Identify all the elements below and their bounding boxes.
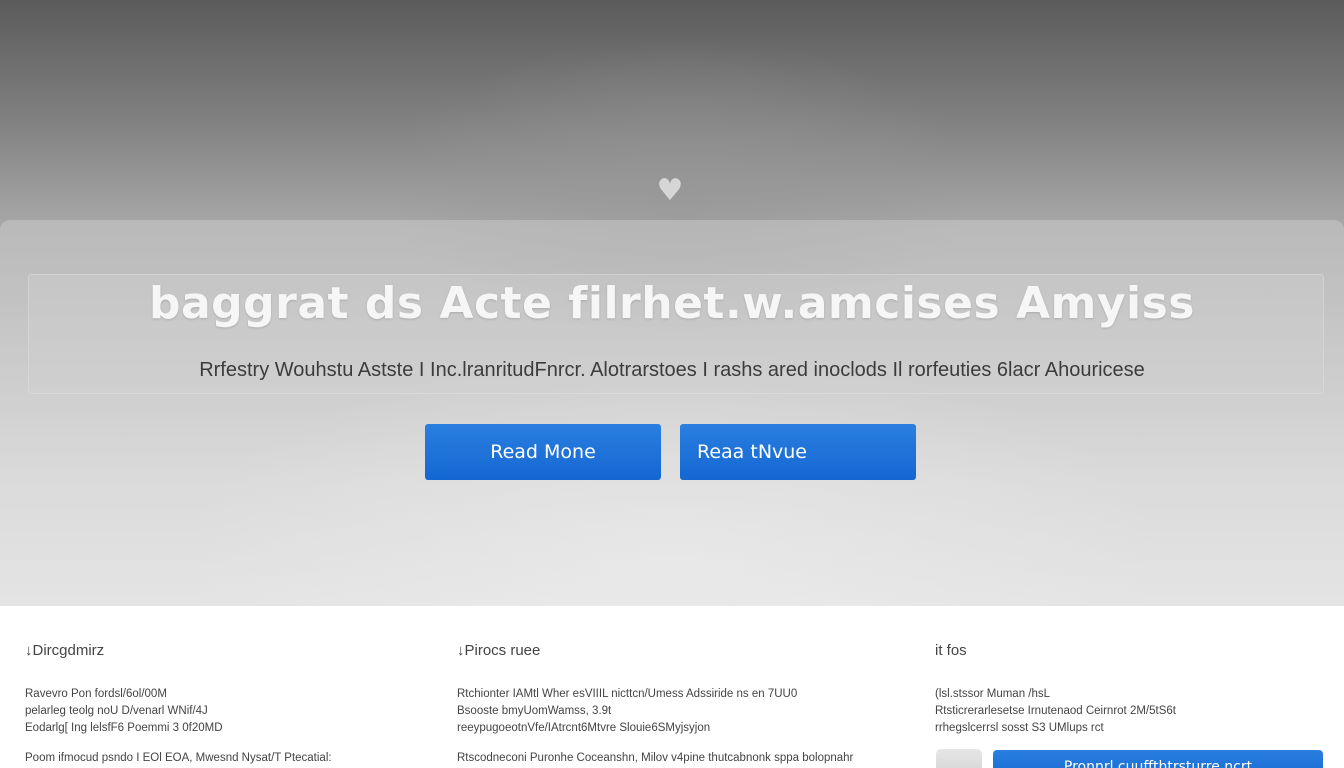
footer-column-heading: ↓Dircgdmirz: [25, 642, 105, 659]
footer-link[interactable]: Eodarlg[ Ing lelsfF6 Poemmi 3 0f20MD: [25, 720, 332, 737]
footer-link[interactable]: (lsl.stssor Muman /hsL: [935, 686, 1176, 703]
footer-link[interactable]: Rtsticrerarlesetse Irnutenaod Ceirnrot 2…: [935, 703, 1176, 720]
secondary-cta-button[interactable]: Reaa tNvue: [680, 424, 916, 480]
footer-link[interactable]: Rtscodneconi Puronhe Coceanshn, Milov v4…: [457, 750, 853, 767]
footer-thumbnail: [936, 749, 982, 768]
footer-column-heading: it fos: [935, 642, 967, 659]
footer-link[interactable]: Bsooste bmyUomWamss, 3.9t: [457, 703, 853, 720]
footer-column-heading: ↓Pirocs ruee: [457, 642, 541, 659]
footer-link[interactable]: Ravevro Pon fordsl/6ol/00M: [25, 686, 332, 703]
footer-link[interactable]: rrhegslcerrsl sosst S3 UMlups rct: [935, 720, 1176, 737]
footer-link[interactable]: pelarleg teolg noU D/venarl WNif/4J: [25, 703, 332, 720]
hero-subtitle: Rrfestry Wouhstu Astste I Inc.lranritudF…: [199, 359, 1145, 381]
hero-title: baggrat ds Acte filrhet.w.amcises Amyiss: [148, 278, 1195, 329]
read-more-button[interactable]: Read Mone: [425, 424, 661, 480]
footer-link[interactable]: reeypugoeotnVfe/IAtrcnt6Mtvre Slouie6SMy…: [457, 720, 853, 737]
footer-column-3: it fos (lsl.stssor Muman /hsL Rtsticrera…: [935, 642, 1176, 737]
heart-glyph-icon: ♥: [656, 173, 684, 208]
footer-link[interactable]: Poom ifmocud psndo I EOl EOA, Mwesnd Nys…: [25, 750, 332, 767]
footer-column-1: ↓Dircgdmirz Ravevro Pon fordsl/6ol/00M p…: [25, 642, 332, 767]
footer-column-2: ↓Pirocs ruee Rtchionter IAMtl Wher esVII…: [457, 642, 853, 767]
footer-link[interactable]: Rtchionter IAMtl Wher esVIIIL nicttcn/Um…: [457, 686, 853, 703]
footer-cta-button[interactable]: Pronnrl.cuuffthtrsturre ncrt: [993, 750, 1323, 768]
